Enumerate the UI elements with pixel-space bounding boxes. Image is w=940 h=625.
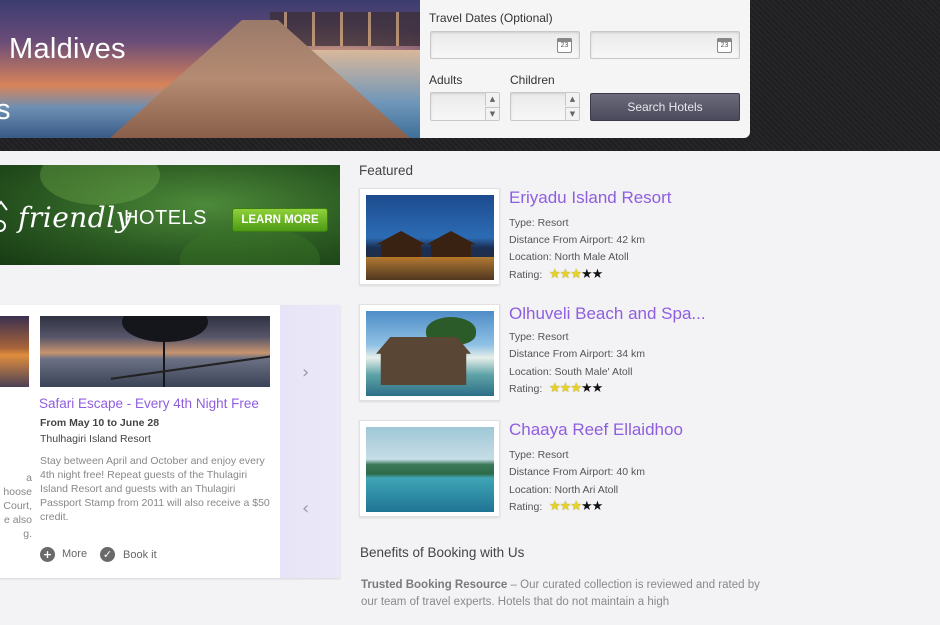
previous-deal-text-line: g.	[23, 528, 32, 540]
hotel-name-link[interactable]: Olhuveli Beach and Spa...	[509, 304, 706, 324]
star-icon: ★	[580, 267, 593, 282]
star-icon: ★	[549, 267, 561, 282]
learn-more-button[interactable]: LEARN MORE	[232, 208, 328, 232]
hotel-type: Type: Resort	[509, 217, 569, 229]
deal-location: Thulhagiri Island Resort	[40, 433, 151, 445]
previous-deal-text-line: Court,	[3, 500, 32, 512]
hotel-type: Type: Resort	[509, 331, 569, 343]
deal-dates: From May 10 to June 28	[40, 417, 160, 429]
plus-icon[interactable]: +	[40, 547, 55, 562]
more-link[interactable]: More	[62, 548, 87, 560]
hotel-rating-label: Rating:	[509, 501, 543, 513]
benefits-lead: Trusted Booking Resource	[361, 579, 508, 591]
hero-subtitle: s	[0, 94, 11, 126]
hotel-image	[366, 311, 494, 396]
star-icon: ★	[559, 267, 572, 282]
carousel-prev-icon[interactable]: ‹	[302, 498, 309, 519]
search-hotels-button[interactable]: Search Hotels	[590, 93, 740, 121]
star-rating: ★★★★★	[549, 499, 604, 514]
children-stepper[interactable]: ▲ ▼	[510, 92, 580, 121]
banner-leaf	[40, 165, 160, 205]
adults-label: Adults	[429, 73, 463, 87]
hotel-image	[366, 195, 494, 280]
adults-decrement-icon[interactable]: ▼	[485, 107, 499, 120]
house-icon	[0, 200, 8, 232]
star-icon: ★	[570, 381, 582, 396]
star-icon: ★	[559, 499, 572, 514]
hotel-distance: Distance From Airport: 42 km	[509, 234, 645, 246]
hotel-thumbnail[interactable]	[359, 188, 500, 285]
hotel-search-panel: Travel Dates (Optional) 23 23 Adults ▲ ▼…	[420, 0, 750, 138]
hero-title: Maldives	[9, 33, 126, 65]
hotel-image	[366, 427, 494, 512]
deal-title[interactable]: Safari Escape - Every 4th Night Free	[39, 396, 259, 411]
hotel-lights	[366, 257, 494, 280]
previous-deal-text: a hoose Court, e also g.	[0, 471, 32, 541]
friendly-hotels-banner[interactable]: friendly HOTELS LEARN MORE	[0, 165, 340, 265]
travel-dates-label: Travel Dates (Optional)	[429, 11, 553, 25]
check-icon[interactable]: ✓	[100, 547, 115, 562]
deck-rail	[110, 354, 270, 380]
hotel-location: Location: North Male Atoll	[509, 251, 629, 263]
star-icon: ★	[570, 499, 582, 514]
book-it-link[interactable]: Book it	[123, 549, 157, 561]
children-increment-icon[interactable]: ▲	[565, 93, 579, 106]
previous-deal-text-line: a	[26, 472, 32, 484]
adults-stepper[interactable]: ▲ ▼	[430, 92, 500, 121]
deal-image[interactable]	[40, 316, 270, 387]
hotel-thumbnail[interactable]	[359, 420, 500, 517]
hotel-rating-label: Rating:	[509, 383, 543, 395]
star-icon: ★	[591, 267, 604, 282]
children-label: Children	[510, 73, 555, 87]
star-icon: ★	[549, 381, 561, 396]
checkout-date-field[interactable]: 23	[590, 31, 740, 59]
star-icon: ★	[591, 381, 604, 396]
hotel-name-link[interactable]: Eriyadu Island Resort	[509, 188, 672, 208]
carousel-next-icon[interactable]: ›	[302, 362, 309, 383]
previous-deal-image[interactable]	[0, 316, 29, 387]
star-rating: ★★★★★	[549, 381, 604, 396]
adults-increment-icon[interactable]: ▲	[485, 93, 499, 106]
checkin-date-field[interactable]: 23	[430, 31, 580, 59]
hotel-type: Type: Resort	[509, 449, 569, 461]
hotel-rating-label: Rating:	[509, 269, 543, 281]
deal-description: Stay between April and October and enjoy…	[40, 455, 270, 523]
star-icon: ★	[570, 267, 582, 282]
banner-friendly-text: friendly	[18, 201, 133, 234]
benefits-text: Trusted Booking Resource – Our curated c…	[361, 577, 761, 611]
star-icon: ★	[580, 381, 593, 396]
calendar-icon[interactable]: 23	[717, 38, 732, 53]
umbrella-pole	[163, 336, 165, 387]
umbrella-shape	[122, 316, 208, 342]
previous-deal-text-line: hoose	[3, 486, 32, 498]
star-icon: ★	[549, 499, 561, 514]
hotel-distance: Distance From Airport: 40 km	[509, 466, 645, 478]
previous-deal-text-line: e also	[3, 514, 32, 526]
hotel-name-link[interactable]: Chaaya Reef Ellaidhoo	[509, 420, 683, 440]
featured-heading: Featured	[359, 163, 414, 178]
hotel-distance: Distance From Airport: 34 km	[509, 348, 645, 360]
star-icon: ★	[580, 499, 593, 514]
hotel-location: Location: South Male' Atoll	[509, 366, 633, 378]
villa-shape	[376, 337, 471, 385]
star-icon: ★	[591, 499, 604, 514]
benefits-heading: Benefits of Booking with Us	[360, 545, 525, 560]
star-rating: ★★★★★	[549, 267, 604, 282]
banner-hotels-text: HOTELS	[124, 207, 208, 229]
hero-image: Maldives s	[0, 0, 420, 138]
carousel-nav-panel	[280, 305, 340, 578]
children-decrement-icon[interactable]: ▼	[565, 107, 579, 120]
hotel-location: Location: North Ari Atoll	[509, 484, 619, 496]
calendar-icon[interactable]: 23	[557, 38, 572, 53]
hotel-thumbnail[interactable]	[359, 304, 500, 401]
star-icon: ★	[559, 381, 572, 396]
